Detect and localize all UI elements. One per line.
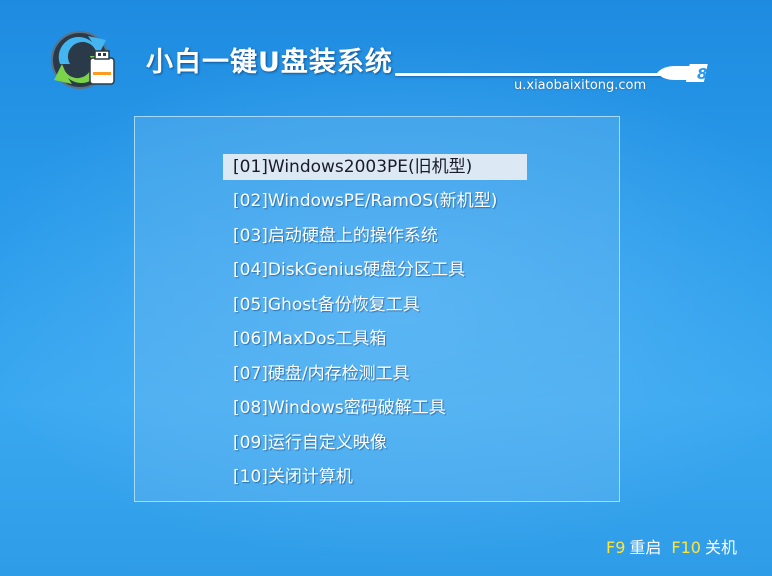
menu-item-10[interactable]: [10]关闭计算机: [223, 464, 363, 490]
reboot-label: 重启: [629, 538, 662, 557]
usb-mark: 8: [697, 65, 707, 83]
reboot-key[interactable]: F9: [606, 538, 625, 557]
menu-item-02[interactable]: [02]WindowsPE/RamOS(新机型): [223, 188, 507, 214]
menu-item-05[interactable]: [05]Ghost备份恢复工具: [223, 292, 430, 318]
shutdown-label: 关机: [704, 538, 737, 557]
menu-item-07[interactable]: [07]硬盘/内存检测工具: [223, 361, 420, 387]
menu-item-04[interactable]: [04]DiskGenius硬盘分区工具: [223, 257, 475, 283]
website-url: u.xiaobaixitong.com: [514, 78, 647, 93]
menu-item-09[interactable]: [09]运行自定义映像: [223, 430, 397, 456]
menu-item-06[interactable]: [06]MaxDos工具箱: [223, 326, 396, 352]
title-underline: [395, 73, 665, 76]
xiaobai-logo-icon: [51, 31, 115, 89]
boot-menu-screen: 小白一键U盘装系统 8 u.xiaobaixitong.com [01]Wind…: [0, 0, 772, 576]
menu-item-03[interactable]: [03]启动硬盘上的操作系统: [223, 223, 448, 249]
app-title: 小白一键U盘装系统: [146, 47, 393, 78]
shutdown-key[interactable]: F10: [671, 538, 701, 557]
menu-item-01[interactable]: [01]Windows2003PE(旧机型): [223, 154, 527, 180]
boot-menu-panel: [01]Windows2003PE(旧机型) [02]WindowsPE/Ram…: [134, 116, 620, 502]
usb-plug-icon: 8: [657, 64, 708, 83]
menu-item-08[interactable]: [08]Windows密码破解工具: [223, 395, 456, 421]
hotkey-bar: F9 重启 F10 关机: [606, 534, 747, 558]
